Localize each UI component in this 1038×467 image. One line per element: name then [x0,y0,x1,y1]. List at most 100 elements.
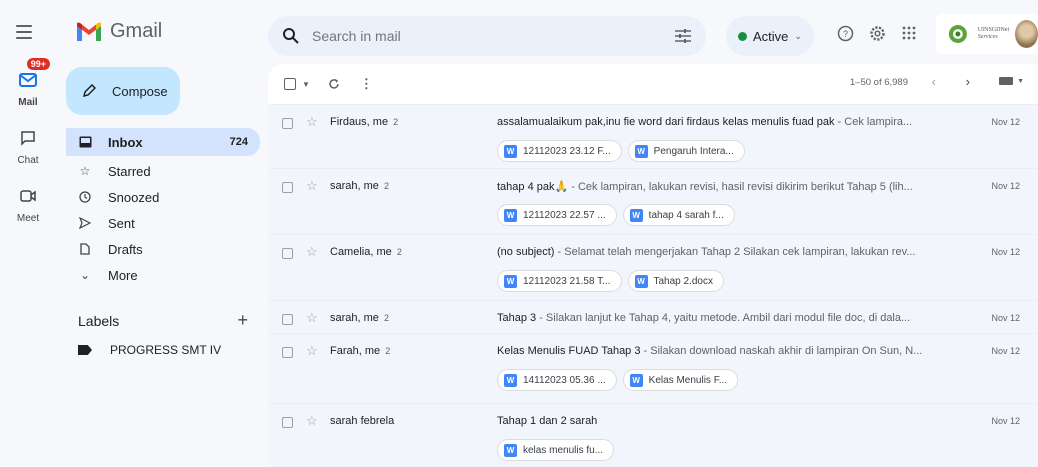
word-doc-icon: W [634,274,648,288]
sidebar-item-label: More [108,267,138,283]
app-name: Gmail [110,20,163,42]
sidebar-item-starred[interactable]: ☆ Starred [66,158,260,184]
sidebar-item-label: Snoozed [108,189,160,205]
email-subject: (no subject) [497,246,555,258]
active-status-dot [738,31,747,41]
chevron-down-icon: ⌄ [794,30,802,41]
sidebar-item-drafts[interactable]: Drafts [66,236,260,262]
email-row[interactable]: ☆ sarah, me 2 Tahap 3 - Silakan lanjut k… [268,300,1038,333]
row-checkbox[interactable] [282,182,293,193]
search-input[interactable] [312,28,674,44]
select-dropdown-icon[interactable]: ▼ [302,80,310,89]
keyboard-icon [999,77,1014,85]
star-icon[interactable]: ☆ [306,178,318,194]
rail-label: Meet [16,213,40,224]
row-checkbox[interactable] [282,118,293,129]
email-date: Nov 12 [991,313,1020,323]
input-tools-toggle[interactable]: ▼ [999,77,1024,85]
attachment-chip[interactable]: W 12112023 23.12 F... [497,140,622,162]
word-doc-icon: W [504,208,517,222]
refresh-icon[interactable] [328,78,340,90]
main-menu-icon[interactable] [12,20,36,44]
email-row[interactable]: ☆ sarah, me 2 tahap 4 pak🙏 - Cek lampira… [268,168,1038,234]
status-selector[interactable]: Active ⌄ [726,16,814,56]
compose-button[interactable]: Compose [66,67,180,115]
account-switcher[interactable]: UINSGDNet Services [936,14,1038,54]
row-checkbox[interactable] [282,417,293,428]
thread-count: 2 [396,247,402,257]
sidebar-item-label: Inbox [108,134,143,150]
more-options-icon[interactable]: ⋮ [360,76,373,92]
sidebar-item-inbox[interactable]: Inbox 724 [66,128,260,156]
send-icon [78,216,92,230]
rail-chat[interactable]: Chat [0,122,56,166]
attachment-list: W 12112023 23.12 F... W Pengaruh Intera... [497,140,745,162]
email-preview: (no subject) - Selamat telah mengerjakan… [497,246,957,258]
inbox-icon [78,135,92,149]
help-icon[interactable]: ? [834,22,856,44]
attachment-chip[interactable]: Wkelas menulis fu... [497,439,615,461]
email-row[interactable]: ☆ sarah febrela Tahap 1 dan 2 sarah Nov … [268,403,1038,467]
star-icon[interactable]: ☆ [306,343,318,359]
search-options-icon[interactable] [674,28,692,44]
gmail-app: Gmail Active ⌄ ? [0,0,1038,467]
star-icon[interactable]: ☆ [306,244,318,260]
apps-grid-icon[interactable] [898,22,920,44]
mail-icon: 99+ [12,58,50,96]
sidebar-nav: Inbox 724 ☆ Starred Snoozed Sent Drafts [66,128,260,288]
email-date: Nov 12 [991,117,1020,127]
older-page-icon[interactable]: › [966,74,970,89]
rail-meet[interactable]: Meet [0,180,56,224]
word-doc-icon: W [504,373,517,387]
sidebar-item-label: Sent [108,215,135,231]
row-checkbox[interactable] [282,248,293,259]
attachment-chip[interactable]: W Pengaruh Intera... [627,140,745,162]
mail-toolbar: ▼ ⋮ 1–50 of 6,989 ‹ › ▼ [268,64,1038,104]
email-sender: sarah febrela [330,415,395,427]
email-sender: Firdaus, me 2 [330,116,399,128]
email-row[interactable]: ☆ Camelia, me 2 (no subject) - Selamat t… [268,234,1038,300]
email-preview: Tahap 1 dan 2 sarah [497,415,957,427]
email-snippet: - Selamat telah mengerjakan Tahap 2 Sila… [554,246,916,258]
attachment-list: W 12112023 22.57 ... Wtahap 4 sarah f... [497,204,735,226]
attachment-chip[interactable]: W Tahap 2.docx [627,270,724,292]
search-bar[interactable] [268,16,706,56]
rail-mail[interactable]: 99+ Mail [0,58,56,108]
star-icon[interactable]: ☆ [306,310,318,326]
attachment-chip[interactable]: W Kelas Menulis F... [622,369,739,391]
app-rail: 99+ Mail Chat Meet [0,58,56,238]
word-doc-icon: W [504,274,517,288]
status-label: Active [753,28,789,44]
attachment-chip[interactable]: W 14112023 05.36 ... [497,369,617,391]
star-icon[interactable]: ☆ [306,413,318,429]
gmail-logo[interactable]: Gmail [76,20,162,43]
attachment-chip[interactable]: W 12112023 21.58 T... [497,270,622,292]
avatar[interactable] [1015,20,1038,48]
search-icon[interactable] [282,27,300,45]
email-preview: tahap 4 pak🙏 - Cek lampiran, lakukan rev… [497,180,957,193]
row-checkbox[interactable] [282,347,293,358]
attachment-list: Wkelas menulis fu... [497,439,615,461]
settings-gear-icon[interactable] [866,22,888,44]
select-all-checkbox[interactable] [284,78,296,90]
star-icon[interactable]: ☆ [306,114,318,130]
sidebar-item-more[interactable]: ⌄ More [66,262,260,288]
email-snippet: - Cek lampira... [834,116,913,128]
label-progress-smt-iv[interactable]: PROGRESS SMT IV [78,343,221,357]
add-label-icon[interactable]: + [237,310,248,331]
email-snippet: - Cek lampiran, lakukan revisi, hasil re… [568,181,913,193]
thread-count: 2 [385,346,391,356]
sidebar-item-snoozed[interactable]: Snoozed [66,184,260,210]
thread-count: 2 [383,313,389,323]
sidebar-item-sent[interactable]: Sent [66,210,260,236]
organization-logo [948,25,967,43]
email-row[interactable]: ☆ Farah, me 2 Kelas Menulis FUAD Tahap 3… [268,333,1038,403]
newer-page-icon[interactable]: ‹ [932,74,936,89]
email-row[interactable]: ☆ Firdaus, me 2 assalamualaikum pak,inu … [268,104,1038,168]
pencil-icon [82,84,96,98]
email-date: Nov 12 [991,247,1020,257]
attachment-chip[interactable]: W 12112023 22.57 ... [497,204,617,226]
row-checkbox[interactable] [282,314,293,325]
gmail-m-icon [77,22,101,41]
attachment-chip[interactable]: Wtahap 4 sarah f... [622,204,735,226]
